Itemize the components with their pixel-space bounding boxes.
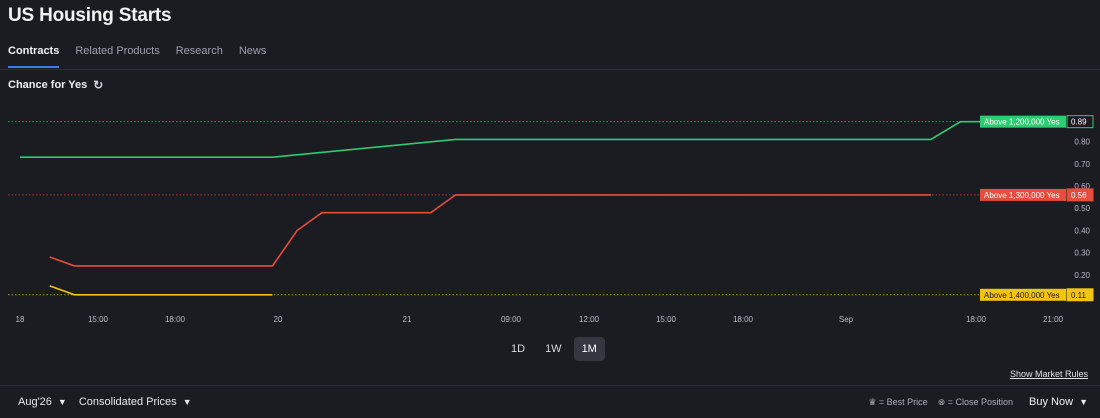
best-price-legend: ♛ = Best Price (868, 397, 927, 408)
close-position-legend: ⊗ = Close Position (938, 397, 1013, 408)
show-market-rules-link[interactable]: Show Market Rules (1010, 369, 1088, 379)
x-tick-label: 09:00 (501, 315, 522, 324)
price-mode-dropdown[interactable]: Consolidated Prices ▼ (79, 396, 192, 408)
close-circle-icon: ⊗ (937, 396, 946, 407)
y-tick-label: 0.30 (1074, 249, 1090, 258)
footer-left: Aug'26 ▼ Consolidated Prices ▼ (18, 396, 192, 408)
chance-label: Chance for Yes (8, 79, 88, 91)
x-tick-label: 15:00 (656, 315, 677, 324)
x-tick-label: 15:00 (88, 315, 109, 324)
footer-divider (0, 385, 1100, 386)
probability-chart: 0.200.300.400.500.600.700.8018 15:00 18:00… (8, 115, 1094, 324)
series-name: Above 1,200,000 Yes (984, 118, 1060, 127)
y-tick-label: 0.80 (1074, 138, 1090, 147)
series-last-value: 0.89 (1071, 118, 1087, 127)
x-tick-label: 18:00 (966, 315, 987, 324)
x-tick-label: 20 (274, 315, 283, 324)
refresh-icon[interactable]: ↻ (93, 78, 103, 92)
chance-header: Chance for Yes ↻ (8, 78, 103, 92)
tab-research[interactable]: Research (176, 45, 223, 68)
contract-month-dropdown[interactable]: Aug'26 ▼ (18, 396, 67, 408)
y-tick-label: 0.50 (1074, 204, 1090, 213)
range-1w-button[interactable]: 1W (537, 337, 570, 361)
chevron-down-icon: ▼ (1079, 397, 1088, 407)
tabs-divider (0, 69, 1100, 70)
series-last-value: 0.11 (1071, 291, 1087, 300)
chevron-down-icon: ▼ (182, 397, 192, 407)
y-tick-label: 0.40 (1074, 226, 1090, 235)
series-name: Above 1,400,000 Yes (984, 291, 1060, 300)
y-tick-label: 0.20 (1074, 271, 1090, 280)
y-tick-label: 0.70 (1074, 160, 1090, 169)
best-price-text: = Best Price (878, 396, 928, 407)
x-tick-label: 18:00 (733, 315, 754, 324)
price-mode-value: Consolidated Prices (78, 396, 177, 408)
x-tick-label: 18 (16, 315, 25, 324)
series-line (49, 285, 273, 296)
series-last-value: 0.56 (1071, 191, 1087, 200)
close-position-text: = Close Position (947, 396, 1014, 407)
chevron-down-icon: ▼ (57, 397, 67, 407)
buy-now-dropdown[interactable]: Buy Now ▼ (1029, 396, 1088, 408)
x-tick-label: 21 (403, 315, 412, 324)
x-tick-label: 12:00 (579, 315, 600, 324)
buy-now-label: Buy Now (1029, 396, 1074, 408)
range-1d-button[interactable]: 1D (503, 337, 533, 361)
tab-news[interactable]: News (239, 45, 267, 68)
x-tick-label: Sep (839, 315, 854, 324)
page-title: US Housing Starts (8, 5, 172, 26)
range-selector: 1D 1W 1M (503, 337, 605, 361)
series-line (49, 194, 931, 267)
tab-contracts[interactable]: Contracts (8, 45, 60, 68)
crown-icon: ♛ (868, 396, 877, 407)
range-1m-button[interactable]: 1M (573, 337, 605, 361)
x-tick-label: 18:00 (165, 315, 186, 324)
series-name: Above 1,300,000 Yes (984, 191, 1060, 200)
series-line (20, 120, 980, 158)
tab-related-products[interactable]: Related Products (75, 45, 159, 68)
footer-right: ♛ = Best Price ⊗ = Close Position Buy No… (868, 396, 1088, 408)
tab-bar: Contracts Related Products Research News (8, 45, 266, 68)
contract-month-value: Aug'26 (18, 396, 52, 408)
x-tick-label: 21:00 (1043, 315, 1064, 324)
